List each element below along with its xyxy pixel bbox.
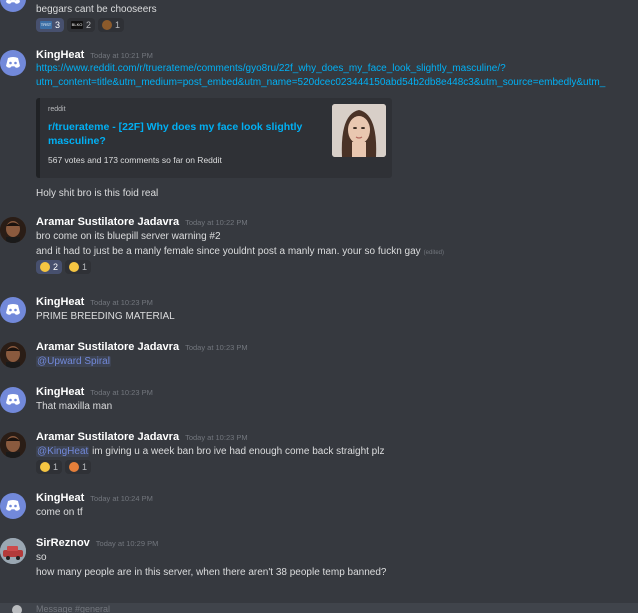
discord-logo-icon	[6, 500, 20, 511]
reaction-count: 1	[115, 20, 121, 30]
message-text: @KingHeat im giving u a week ban bro ive…	[36, 444, 632, 459]
message-text: PRIME BREEDING MATERIAL	[36, 311, 175, 322]
user-mention[interactable]: @KingHeat	[36, 446, 90, 457]
avatar-photo-icon	[0, 217, 26, 243]
add-attachment-icon[interactable]	[12, 605, 22, 613]
reaction[interactable]: 1	[65, 260, 92, 274]
message-link[interactable]: utm_content=title&utm_medium=post_embed&…	[36, 76, 632, 90]
message-header: Aramar Sustilatore Jadavra Today at 10:22…	[36, 215, 632, 229]
author-name[interactable]: SirReznov	[36, 537, 90, 549]
discord-logo-icon	[6, 0, 20, 4]
timestamp: Today at 10:23 PM	[185, 433, 248, 442]
user-avatar[interactable]	[0, 432, 26, 458]
message-text: @Upward Spiral	[36, 354, 632, 369]
chat-messages: beggars cant be chooseers TRST 3 BLKO 2 …	[0, 0, 638, 613]
reaction-count: 1	[82, 462, 88, 472]
link-embed: reddit r/truerateme - [22F] Why does my …	[36, 98, 392, 178]
discord-avatar[interactable]	[0, 297, 26, 323]
reaction-bar: 1 1	[36, 460, 632, 475]
embed-description: 567 votes and 173 comments so far on Red…	[48, 155, 222, 165]
reaction[interactable]: 1	[36, 460, 63, 474]
reaction-count: 1	[53, 462, 59, 472]
poop-emoji-icon	[102, 20, 113, 30]
text-emoji-icon: TRST	[40, 21, 52, 29]
timestamp: Today at 10:29 PM	[95, 539, 159, 548]
embed-title[interactable]: r/truerateme - [22F] Why does my face lo…	[48, 120, 318, 148]
sad-emoji-icon	[69, 262, 80, 272]
face-photo-icon	[332, 104, 386, 157]
discord-logo-icon	[6, 57, 20, 68]
avatar-photo-icon	[0, 342, 26, 368]
message-header: Aramar Sustilatore Jadavra Today at 10:23…	[36, 340, 632, 354]
timestamp: Today at 10:21 PM	[90, 51, 153, 60]
author-name[interactable]: Aramar Sustilatore Jadavra	[36, 341, 179, 353]
embed-provider[interactable]: reddit	[48, 106, 66, 113]
message-link[interactable]: https://www.reddit.com/r/truerateme/comm…	[36, 62, 632, 76]
reaction[interactable]: 1	[98, 18, 125, 32]
reaction-count: 2	[86, 20, 92, 30]
edited-tag: (edited)	[423, 250, 444, 256]
message-text: That maxilla man	[36, 401, 113, 412]
message-text-content: and it had to just be a manly female sin…	[36, 246, 421, 257]
timestamp: Today at 10:23 PM	[90, 388, 153, 397]
discord-logo-icon	[6, 304, 20, 315]
message-text: beggars cant be chooseers	[36, 4, 157, 15]
reaction-count: 1	[82, 262, 88, 272]
message-text: Holy shit bro is this foid real	[36, 188, 159, 199]
timestamp: Today at 10:24 PM	[90, 494, 153, 503]
timestamp: Today at 10:22 PM	[185, 218, 248, 227]
user-avatar[interactable]	[0, 538, 26, 564]
reaction-bar: TRST 3 BLKO 2 1	[36, 18, 632, 33]
rofl-emoji-icon	[40, 262, 50, 272]
reaction[interactable]: 2	[36, 260, 63, 274]
message-text: and it had to just be a manly female sin…	[36, 244, 632, 259]
message-composer[interactable]: Message #general	[0, 603, 638, 613]
message-text: come on tf	[36, 507, 83, 518]
user-mention[interactable]: @Upward Spiral	[36, 356, 111, 367]
author-name[interactable]: Aramar Sustilatore Jadavra	[36, 431, 179, 443]
user-avatar[interactable]	[0, 342, 26, 368]
reaction[interactable]: 1	[65, 460, 92, 474]
image-emoji-icon: BLKO	[71, 21, 84, 29]
message-text-content: im giving u a week ban bro ive had enoug…	[89, 446, 385, 457]
message-text: bro come on its bluepill server warning …	[36, 231, 221, 242]
grin-cat-emoji-icon	[40, 462, 50, 472]
message-header: KingHeat Today at 10:24 PM	[36, 491, 632, 505]
reaction-bar: 2 1	[36, 260, 632, 275]
reaction-count: 3	[55, 20, 61, 30]
message-header: KingHeat Today at 10:21 PM	[36, 48, 632, 62]
message-group: KingHeat Today at 10:21 PM https://www.re…	[0, 48, 638, 199]
discord-avatar[interactable]	[0, 50, 26, 76]
reaction[interactable]: BLKO 2	[67, 18, 96, 32]
message-header: KingHeat Today at 10:23 PM	[36, 385, 632, 399]
message-header: SirReznov Today at 10:29 PM	[36, 536, 632, 550]
syringe-emoji-icon	[69, 462, 80, 472]
embed-thumbnail[interactable]	[332, 104, 386, 157]
reaction-count: 2	[53, 262, 59, 272]
discord-avatar[interactable]	[0, 0, 26, 12]
message-header: Aramar Sustilatore Jadavra Today at 10:23…	[36, 430, 632, 444]
message-text: how many people are in this server, when…	[36, 567, 387, 578]
author-name[interactable]: KingHeat	[36, 386, 84, 398]
timestamp: Today at 10:23 PM	[185, 343, 248, 352]
user-avatar[interactable]	[0, 217, 26, 243]
timestamp: Today at 10:23 PM	[90, 298, 153, 307]
message-input[interactable]: Message #general	[36, 604, 110, 613]
car-avatar-icon	[0, 538, 26, 564]
author-name[interactable]: Aramar Sustilatore Jadavra	[36, 216, 179, 228]
discord-avatar[interactable]	[0, 387, 26, 413]
author-name[interactable]: KingHeat	[36, 492, 84, 504]
avatar-photo-icon	[0, 432, 26, 458]
discord-avatar[interactable]	[0, 493, 26, 519]
message-header: KingHeat Today at 10:23 PM	[36, 295, 632, 309]
reaction[interactable]: TRST 3	[36, 18, 65, 32]
message-text: so	[36, 552, 47, 563]
discord-logo-icon	[6, 394, 20, 405]
author-name[interactable]: KingHeat	[36, 296, 84, 308]
author-name[interactable]: KingHeat	[36, 49, 84, 61]
